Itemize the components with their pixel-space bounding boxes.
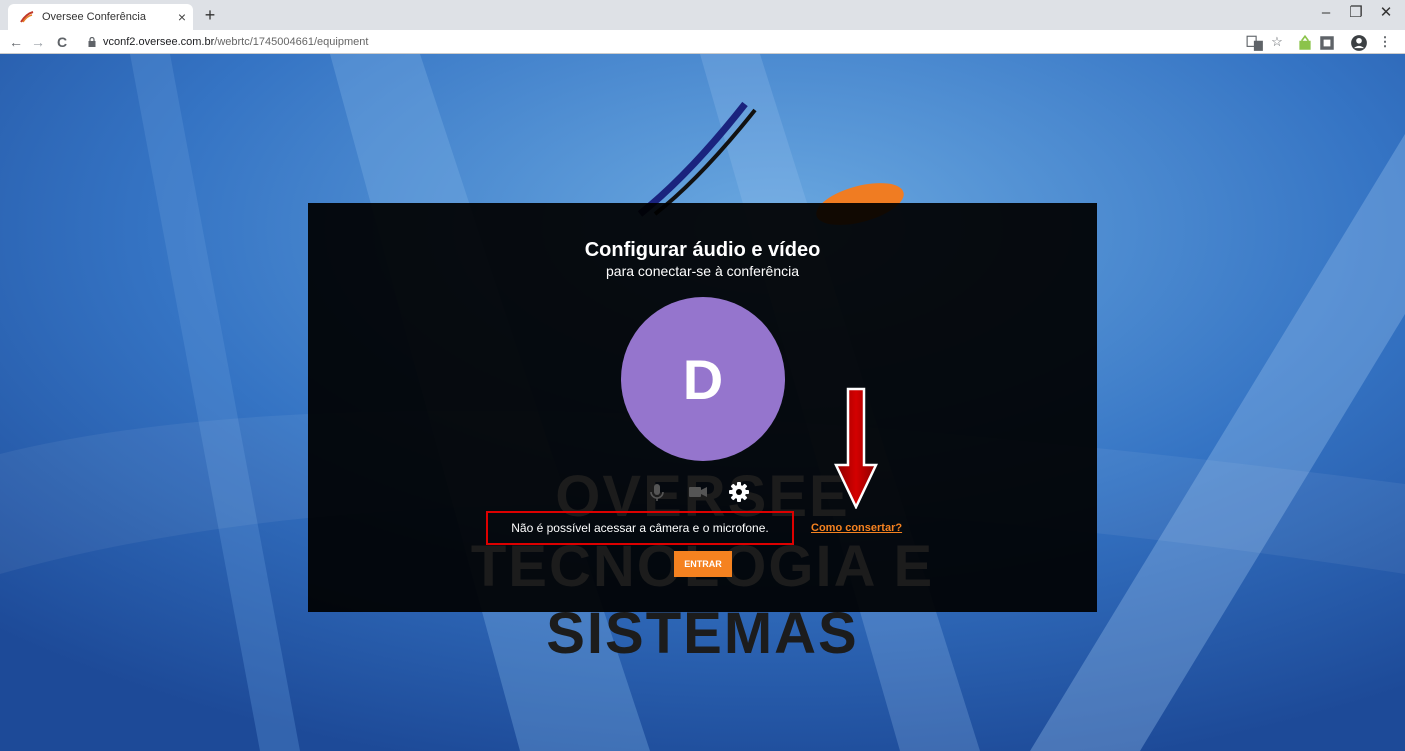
tab-close-icon[interactable]: × [171,9,193,25]
how-to-fix-link[interactable]: Como consertar? [811,522,902,534]
extension-box-icon[interactable] [1318,34,1336,52]
profile-avatar-icon[interactable] [1350,34,1368,52]
browser-tab[interactable]: Oversee Conferência × [8,4,193,30]
panel-subtitle: para conectar-se à conferência [606,263,799,279]
close-window-button[interactable]: ✕ [1372,2,1400,24]
camera-icon[interactable] [687,481,709,503]
panel-title: Configurar áudio e vídeo [584,239,821,261]
microphone-icon[interactable] [646,481,668,503]
lock-icon [88,37,96,47]
forward-button[interactable]: → [28,32,48,52]
error-highlight-box: Não é possível acessar a câmera e o micr… [486,511,794,545]
extension-green-icon[interactable] [1296,34,1314,52]
page-viewport: OVERSEE TECNOLOGIA E SISTEMAS Configurar… [0,54,1405,751]
tab-strip: Oversee Conferência × + – ❐ ✕ [0,0,1405,30]
user-avatar: D [621,297,785,461]
tab-title: Oversee Conferência [42,11,146,23]
restore-button[interactable]: ❐ [1342,2,1370,24]
minimize-button[interactable]: – [1312,2,1340,24]
oversee-favicon-icon [20,11,34,23]
av-setup-panel: OVERSEE TECNOLOGIA E SISTEMAS Configurar… [308,203,1097,666]
browser-toolbar: ← → C vconf2.oversee.com.br/webrtc/17450… [0,30,1405,54]
gear-icon[interactable] [728,481,750,503]
annotation-arrow [834,387,878,509]
enter-button[interactable]: ENTRAR [674,551,732,577]
new-tab-button[interactable]: + [198,4,222,26]
error-message: Não é possível acessar a câmera e o micr… [511,521,769,535]
address-bar[interactable]: vconf2.oversee.com.br/webrtc/1745004661/… [88,33,368,51]
bookmark-star-icon[interactable]: ☆ [1268,34,1286,50]
url-path: /webrtc/1745004661/equipment [214,36,369,48]
translate-icon[interactable] [1246,34,1264,52]
reload-button[interactable]: C [52,32,72,52]
url-host: vconf2.oversee.com.br [103,36,215,48]
menu-kebab-icon[interactable]: ⋮ [1376,34,1394,50]
url-text: vconf2.oversee.com.br/webrtc/1745004661/… [103,36,368,48]
back-button[interactable]: ← [6,32,26,52]
